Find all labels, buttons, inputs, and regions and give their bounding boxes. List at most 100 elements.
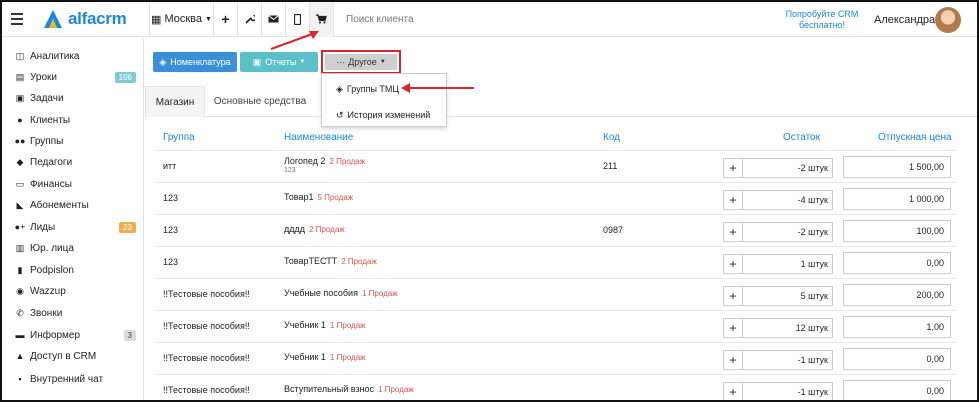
- sales-tag[interactable]: 1 Продаж: [378, 385, 414, 394]
- user-name[interactable]: Александра: [874, 14, 935, 26]
- table-row[interactable]: !!Тестовые пособия!! Вступительный взнос 1…: [157, 374, 957, 400]
- add-stock-button[interactable]: +: [723, 222, 743, 242]
- sidebar-item-leads[interactable]: ●+ Лиды 23: [14, 217, 136, 237]
- add-stock-button[interactable]: +: [723, 286, 743, 306]
- sales-tag[interactable]: 5 Продаж: [318, 193, 354, 202]
- sidebar-item-tasks[interactable]: ▣ Задачи: [14, 88, 136, 108]
- sidebar-item-chat[interactable]: ▪ Внутренний чат: [14, 369, 136, 389]
- sales-tag[interactable]: 2 Продаж: [329, 157, 365, 166]
- sales-tag[interactable]: 2 Продаж: [309, 225, 345, 234]
- price-field[interactable]: 1 000,00: [843, 188, 951, 210]
- sidebar-item-subscriptions[interactable]: ◣ Абонементы: [14, 195, 136, 215]
- sidebar-item-informer[interactable]: ▬ Информер 3: [14, 325, 136, 345]
- item-name[interactable]: дддд: [284, 224, 305, 234]
- menu-icon[interactable]: [2, 2, 32, 37]
- price-field[interactable]: 1,00: [843, 316, 951, 338]
- sales-tag[interactable]: 1 Продаж: [330, 321, 366, 330]
- mail-icon[interactable]: [262, 2, 286, 37]
- nomenclature-button[interactable]: ◈ Номенклатура: [153, 52, 237, 72]
- stock-field[interactable]: -1 штук: [742, 350, 833, 370]
- add-stock-button[interactable]: +: [723, 350, 743, 370]
- price-field[interactable]: 100,00: [843, 220, 951, 242]
- sidebar-item-finance[interactable]: ▭ Финансы: [14, 174, 136, 194]
- sidebar-item-teachers[interactable]: ◆ Педагоги: [14, 152, 136, 172]
- stock-field[interactable]: 5 штук: [742, 286, 833, 306]
- sales-tag[interactable]: 1 Продаж: [362, 289, 398, 298]
- cell-name[interactable]: дддд 2 Продаж: [284, 224, 345, 234]
- user-icon: ●: [17, 115, 23, 125]
- stock-field[interactable]: -2 штук: [742, 158, 833, 178]
- phone-icon[interactable]: [286, 2, 310, 37]
- item-name[interactable]: Вступительный взнос: [284, 384, 374, 394]
- dropdown-item-history[interactable]: ↺ История изменений: [322, 105, 446, 125]
- sidebar-item-lessons[interactable]: ▤ Уроки 106: [14, 67, 136, 87]
- cell-name[interactable]: Товар1 5 Продаж: [284, 192, 353, 202]
- plus-icon[interactable]: +: [214, 2, 238, 37]
- cell-name[interactable]: Учебные пособия 1 Продаж: [284, 288, 398, 298]
- item-name[interactable]: Товар1: [284, 192, 314, 202]
- add-stock-button[interactable]: +: [723, 318, 743, 338]
- price-field[interactable]: 0,00: [843, 380, 951, 400]
- sidebar-item-crm-access[interactable]: ▲ Доступ в CRM: [14, 346, 136, 366]
- table-row[interactable]: итт Логопед 2 2 Продаж 123 211 + -2 штук 1 500,…: [157, 150, 957, 182]
- table-row[interactable]: 123 дддд 2 Продаж 0987 + -2 штук 100,00: [157, 214, 957, 246]
- sales-tag[interactable]: 2 Продаж: [341, 257, 377, 266]
- dropdown-item-tmc-groups[interactable]: ◈ Группы ТМЦ: [322, 79, 446, 99]
- header-code[interactable]: Код: [603, 132, 620, 143]
- table-row[interactable]: 123 ТоварТЕСТТ 2 Продаж +1 штук 0,00: [157, 246, 957, 278]
- table-row[interactable]: !!Тестовые пособия!! Учебник 1 1 Продаж +12…: [157, 310, 957, 342]
- promo-link[interactable]: Попробуйте CRM бесплатно!: [782, 9, 862, 31]
- item-name[interactable]: Учебные пособия: [284, 288, 358, 298]
- search-input[interactable]: Поиск клиента: [346, 14, 646, 25]
- sidebar-item-groups[interactable]: ●● Группы: [14, 131, 136, 151]
- table-row[interactable]: !!Тестовые пособия!! Учебные пособия 1 Про…: [157, 278, 957, 310]
- other-button[interactable]: ··· Другое ▼: [325, 54, 397, 70]
- header-group[interactable]: Группа: [163, 132, 195, 143]
- add-stock-button[interactable]: +: [723, 158, 743, 178]
- sidebar-item-legal[interactable]: ▥ Юр. лица: [14, 238, 136, 258]
- group-icon: ●●: [14, 136, 26, 146]
- stock-field[interactable]: 12 штук: [742, 318, 833, 338]
- sidebar-item-calls[interactable]: ✆ Звонки: [14, 303, 136, 323]
- cell-name[interactable]: ТоварТЕСТТ 2 Продаж: [284, 256, 377, 266]
- sidebar-item-clients[interactable]: ● Клиенты: [14, 110, 136, 130]
- stock-field[interactable]: 1 штук: [742, 254, 833, 274]
- sales-tag[interactable]: 1 Продаж: [330, 353, 366, 362]
- avatar[interactable]: [935, 7, 961, 33]
- tab-fixed-assets[interactable]: Основные средства: [210, 86, 310, 117]
- cell-name[interactable]: Учебник 1 1 Продаж: [284, 352, 366, 362]
- stock-field[interactable]: -2 штук: [742, 222, 833, 242]
- add-stock-button[interactable]: +: [723, 190, 743, 210]
- stock-field[interactable]: -1 штук: [742, 382, 833, 400]
- city-selector[interactable]: ▦ Москва ▼: [150, 2, 214, 37]
- sidebar-item-podpislon[interactable]: ▮ Podpislon: [14, 260, 136, 280]
- price-field[interactable]: 0,00: [843, 348, 951, 370]
- item-name[interactable]: Логопед 2: [284, 156, 325, 166]
- item-name[interactable]: Учебник 1: [284, 320, 326, 330]
- add-stock-button[interactable]: +: [723, 382, 743, 400]
- cart-icon[interactable]: [310, 2, 334, 37]
- cell-name[interactable]: Учебник 1 1 Продаж: [284, 320, 366, 330]
- informer-icon: ▬: [15, 330, 25, 340]
- sidebar-item-wazzup[interactable]: ◉ Wazzup: [14, 281, 136, 301]
- table-row[interactable]: !!Тестовые пособия!! Учебник 1 1 Продаж + -1…: [157, 342, 957, 374]
- cell-name[interactable]: Логопед 2 2 Продаж 123: [284, 156, 365, 174]
- add-stock-button[interactable]: +: [723, 254, 743, 274]
- price-field[interactable]: 200,00: [843, 284, 951, 306]
- header-name[interactable]: Наименование: [284, 132, 353, 143]
- price-field[interactable]: 0,00: [843, 252, 951, 274]
- header-stock[interactable]: Остаток: [783, 132, 820, 143]
- logo[interactable]: alfacrm: [32, 2, 144, 37]
- tab-shop[interactable]: Магазин: [145, 86, 205, 117]
- price-field[interactable]: 1 500,00: [843, 156, 951, 178]
- header-price[interactable]: Отпускная цена: [878, 132, 952, 143]
- table-row[interactable]: 123 Товар1 5 Продаж + -4 штук 1 000,00: [157, 182, 957, 214]
- reports-button[interactable]: ▣ Отчеты ▼: [240, 52, 318, 72]
- item-name[interactable]: ТоварТЕСТТ: [284, 256, 337, 266]
- cell-name[interactable]: Вступительный взнос 1 Продаж: [284, 384, 414, 394]
- item-name[interactable]: Учебник 1: [284, 352, 326, 362]
- sidebar-item-analytics[interactable]: ◫ Аналитика: [14, 46, 136, 66]
- cell-group: !!Тестовые пособия!!: [163, 353, 250, 363]
- stock-field[interactable]: -4 штук: [742, 190, 833, 210]
- wrench-icon[interactable]: [238, 2, 262, 37]
